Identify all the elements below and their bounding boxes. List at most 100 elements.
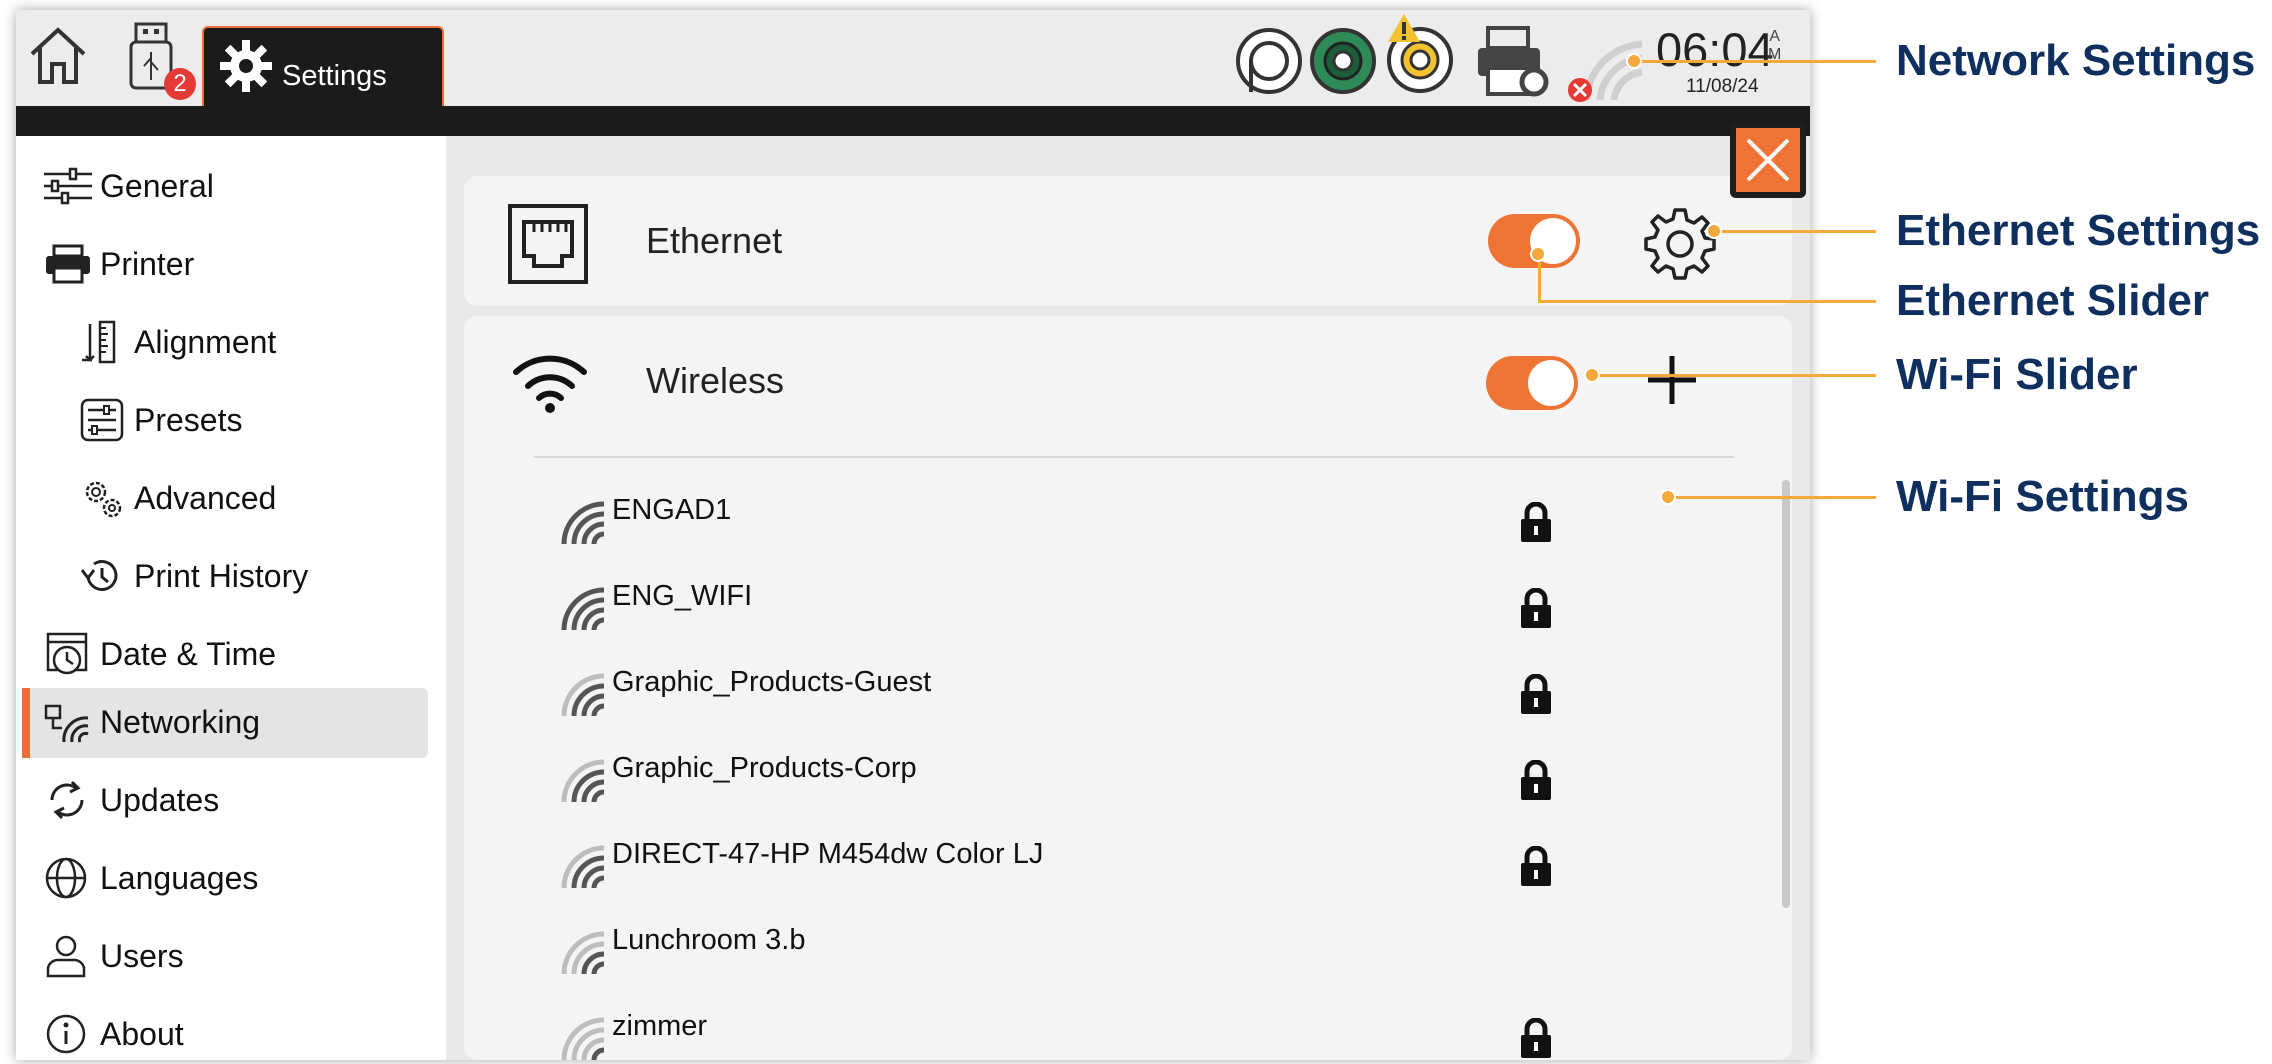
sidebar-item-general[interactable]: General xyxy=(42,156,214,216)
sidebar-active-indicator xyxy=(22,688,30,758)
user-icon xyxy=(46,935,86,978)
callout-wifi-settings: Wi-Fi Settings xyxy=(1896,472,2189,521)
sidebar-item-printer[interactable]: Printer xyxy=(42,234,194,294)
callout-ethernet-settings: Ethernet Settings xyxy=(1896,206,2261,255)
header-divider xyxy=(16,106,1810,136)
callout-line-wifi-settings xyxy=(1668,496,1876,499)
presets-icon xyxy=(80,398,124,442)
sidebar-item-label: Networking xyxy=(100,703,261,740)
sidebar-item-label: Users xyxy=(100,937,184,974)
tab-settings[interactable]: Settings xyxy=(202,26,444,116)
clock-icon xyxy=(46,632,88,675)
wifi-signal-weak-icon xyxy=(561,931,605,975)
callout-network-settings: Network Settings xyxy=(1896,36,2256,85)
sidebar-item-users[interactable]: Users xyxy=(42,926,184,986)
toggle-knob xyxy=(1528,360,1574,406)
add-network-plus-icon[interactable] xyxy=(1644,352,1700,408)
callout-dot-ethernet-settings xyxy=(1706,223,1722,239)
wifi-signal-strong-icon xyxy=(561,587,605,631)
sidebar-item-about[interactable]: About xyxy=(42,1004,184,1060)
info-icon xyxy=(46,1014,86,1054)
sidebar-item-label: Languages xyxy=(100,859,259,896)
clock-ampm-a: A xyxy=(1769,28,1780,45)
wifi-network-name: ENG_WIFI xyxy=(612,580,753,612)
wifi-toggle[interactable] xyxy=(1486,356,1578,410)
wifi-network-name: Lunchroom 3.b xyxy=(612,924,806,956)
refresh-icon xyxy=(50,780,84,820)
sidebar-item-label: Presets xyxy=(134,401,243,438)
sidebar-item-print-history[interactable]: Print History xyxy=(76,546,308,606)
wifi-network-row[interactable]: Graphic_Products-Guest xyxy=(464,648,1551,734)
printer-settings-icon[interactable] xyxy=(1474,24,1554,100)
lock-icon xyxy=(1521,502,1551,542)
wifi-network-list[interactable]: ENGAD1 ENG_WIFI Graphic_Products-Guest G… xyxy=(464,476,1792,1060)
callout-dot-wifi-settings xyxy=(1660,489,1676,505)
sidebar-item-label: Printer xyxy=(100,245,195,282)
clock-time: 06:04 xyxy=(1656,23,1774,76)
wifi-signal-weak-icon xyxy=(561,1017,605,1060)
globe-icon xyxy=(45,857,87,899)
wifi-network-name: DIRECT-47-HP M454dw Color LJ xyxy=(612,838,1044,870)
wifi-network-row[interactable]: Graphic_Products-Corp xyxy=(464,734,1551,820)
device-screen: 2 Settings 06:04 A M 11/08/24 General Pr… xyxy=(16,10,1810,1060)
sidebar-item-languages[interactable]: Languages xyxy=(42,848,258,908)
sidebar-item-label: General xyxy=(100,167,214,204)
ethernet-settings-gear-icon[interactable] xyxy=(1642,206,1718,282)
lock-icon xyxy=(1521,760,1551,800)
wifi-network-row[interactable]: ENG_WIFI xyxy=(464,562,1551,648)
lock-icon xyxy=(1521,846,1551,886)
wifi-network-name: Graphic_Products-Corp xyxy=(612,752,917,784)
home-icon[interactable] xyxy=(26,24,90,86)
callout-line-ethernet-slider xyxy=(1538,300,1876,303)
lock-icon xyxy=(1521,588,1551,628)
sidebar-item-networking[interactable]: Networking xyxy=(42,692,260,752)
wifi-network-name: ENGAD1 xyxy=(612,494,732,526)
network-icon xyxy=(44,704,89,743)
sidebar-item-updates[interactable]: Updates xyxy=(42,770,219,830)
gears-icon xyxy=(85,481,122,518)
ruler-icon xyxy=(82,320,116,364)
callout-line-ethernet-settings xyxy=(1714,230,1876,233)
networking-panel: Ethernet Wireless ENGAD1 ENG_WIFI Graphi… xyxy=(446,136,1810,1060)
sidebar-item-date-time[interactable]: Date & Time xyxy=(42,624,276,684)
wireless-divider xyxy=(534,456,1734,458)
callout-dot-ethernet-slider xyxy=(1530,246,1546,262)
ethernet-port-icon xyxy=(508,204,588,284)
tab-settings-label: Settings xyxy=(282,60,387,92)
sidebar-item-presets[interactable]: Presets xyxy=(76,390,242,450)
clock-date: 11/08/24 xyxy=(1686,76,1759,97)
usb-count-badge: 2 xyxy=(164,68,196,100)
clock-ampm: A M xyxy=(1768,28,1781,64)
green-ribbon-icon[interactable] xyxy=(1308,26,1378,96)
wifi-list-scrollbar[interactable] xyxy=(1782,480,1790,908)
sidebar-item-label: Alignment xyxy=(134,323,277,360)
sidebar-item-advanced[interactable]: Advanced xyxy=(76,468,276,528)
settings-sidebar: General Printer Alignment Presets Advanc… xyxy=(16,136,446,1060)
wifi-signal-medium-icon xyxy=(561,845,605,889)
warning-ribbon-icon[interactable] xyxy=(1384,12,1458,96)
sidebar-item-label: About xyxy=(100,1015,184,1052)
sidebar-item-label: Print History xyxy=(134,557,309,594)
sidebar-item-alignment[interactable]: Alignment xyxy=(76,312,276,372)
wifi-network-row[interactable]: DIRECT-47-HP M454dw Color LJ xyxy=(464,820,1551,906)
callout-dot-wifi-slider xyxy=(1584,367,1600,383)
wireless-card: Wireless ENGAD1 ENG_WIFI Graphic_Product… xyxy=(464,316,1792,1060)
print-head-icon[interactable] xyxy=(1234,26,1304,96)
sidebar-item-label: Updates xyxy=(100,781,220,818)
close-icon xyxy=(1746,138,1790,182)
wifi-network-row[interactable]: ENGAD1 xyxy=(464,476,1551,562)
top-bar: 2 Settings 06:04 A M 11/08/24 xyxy=(16,10,1810,116)
callout-dot-network-settings xyxy=(1626,53,1642,69)
history-icon xyxy=(80,560,118,591)
wireless-label: Wireless xyxy=(646,360,785,401)
wifi-network-row[interactable]: zimmer xyxy=(464,992,1551,1060)
sidebar-item-label: Date & Time xyxy=(100,635,277,672)
wifi-network-name: zimmer xyxy=(612,1010,708,1042)
callout-wifi-slider: Wi-Fi Slider xyxy=(1896,350,2138,399)
ethernet-card: Ethernet xyxy=(464,176,1792,306)
close-button[interactable] xyxy=(1730,122,1806,198)
lock-icon xyxy=(1521,1018,1551,1058)
wifi-network-name: Graphic_Products-Guest xyxy=(612,666,932,698)
callout-line-wifi-slider xyxy=(1592,374,1876,377)
wifi-network-row[interactable]: Lunchroom 3.b xyxy=(464,906,1464,992)
